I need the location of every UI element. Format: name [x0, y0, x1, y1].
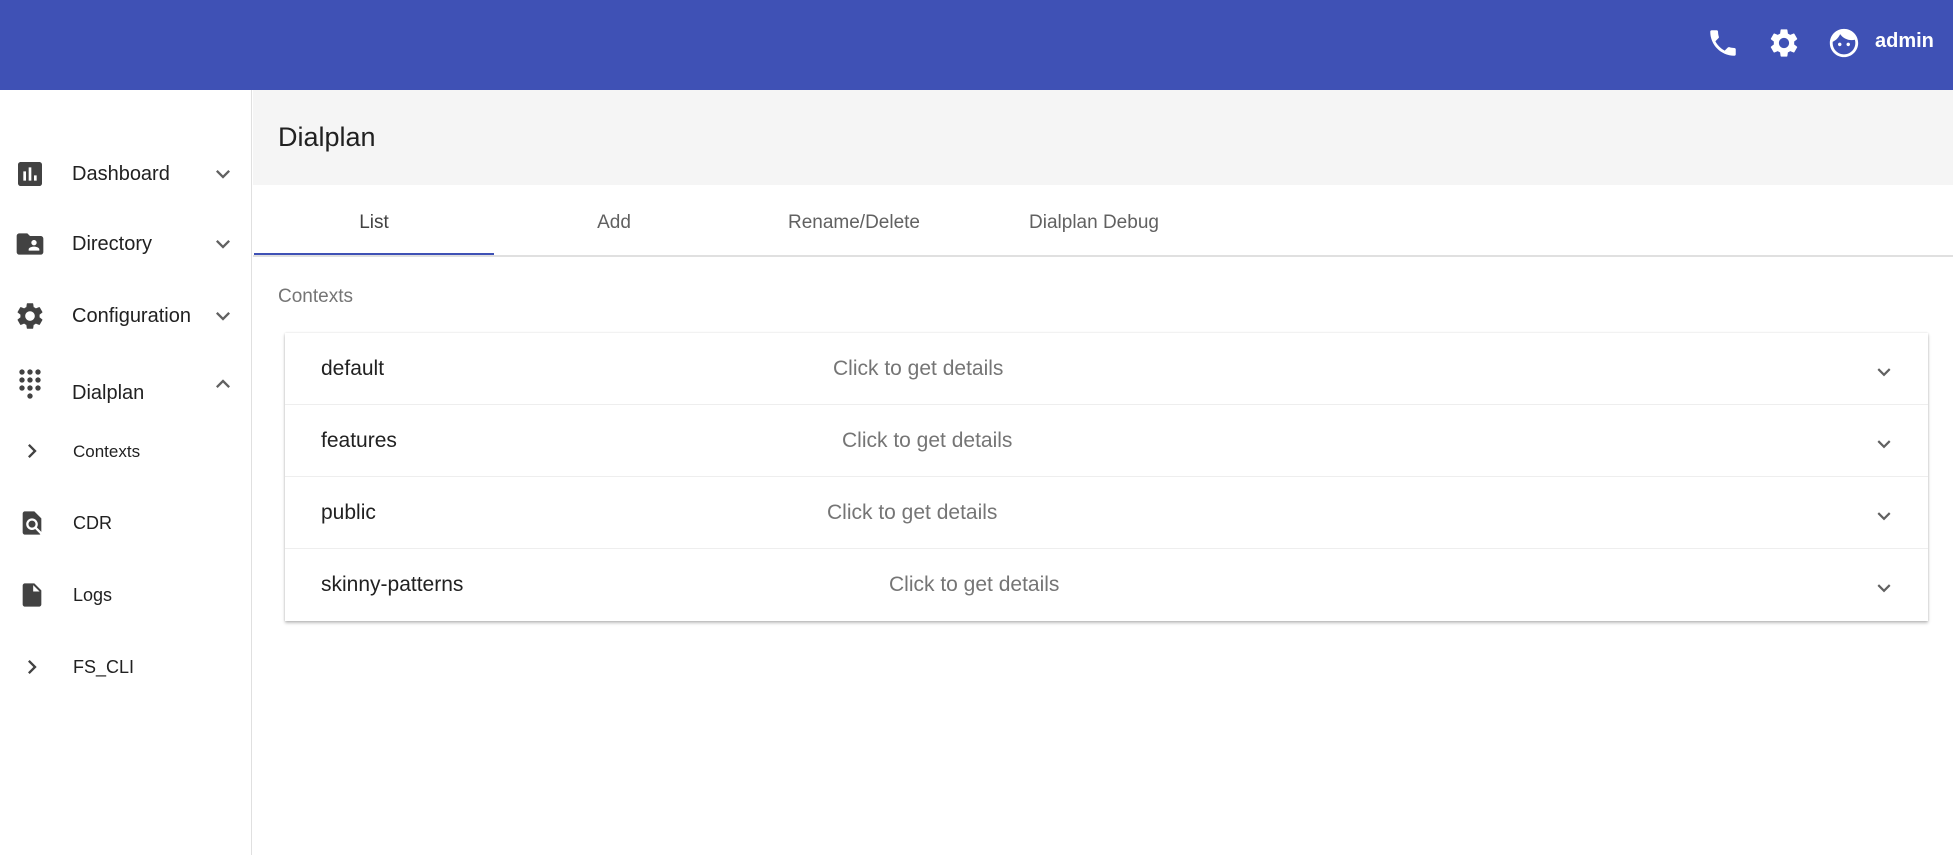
expand-icon[interactable]	[1871, 359, 1897, 385]
sidebar-item-configuration[interactable]: Configuration	[0, 286, 251, 346]
folder-user-icon	[14, 228, 46, 260]
context-name: features	[321, 429, 397, 452]
context-hint: Click to get details	[842, 429, 1013, 452]
sidebar-subitem-label: CDR	[73, 513, 112, 533]
expand-icon[interactable]	[1871, 503, 1897, 529]
sidebar: Dashboard Directory Configuration Dialpl…	[0, 90, 252, 855]
tab-list[interactable]: List	[254, 185, 494, 257]
sidebar-subitem-label: Contexts	[73, 442, 141, 461]
app-header: admin	[0, 0, 1953, 90]
section-label: Contexts	[278, 286, 353, 307]
dialpad-icon	[14, 368, 46, 400]
context-panel-public[interactable]: public Click to get details	[285, 477, 1928, 549]
sidebar-subitem-logs[interactable]: Logs	[0, 569, 251, 619]
document-search-icon	[18, 509, 46, 537]
expand-icon[interactable]	[1871, 431, 1897, 457]
sidebar-subitem-cdr[interactable]: CDR	[0, 497, 251, 547]
tab-dialplan-debug[interactable]: Dialplan Debug	[974, 185, 1214, 257]
chevron-down-icon	[209, 160, 237, 188]
expand-icon[interactable]	[1871, 575, 1897, 601]
sidebar-subitem-fs-cli[interactable]: FS_CLI	[0, 641, 251, 691]
context-panel-skinny-patterns[interactable]: skinny-patterns Click to get details	[285, 549, 1928, 621]
sidebar-item-dashboard[interactable]: Dashboard	[0, 144, 251, 204]
user-face-icon[interactable]	[1827, 26, 1861, 60]
tab-bar: List Add Rename/Delete Dialplan Debug	[253, 185, 1953, 349]
context-panel-features[interactable]: features Click to get details	[285, 405, 1928, 477]
chevron-down-icon	[209, 230, 237, 258]
context-hint: Click to get details	[827, 501, 998, 524]
tab-divider	[253, 255, 1953, 257]
sidebar-item-label: Directory	[72, 233, 153, 255]
sidebar-item-directory[interactable]: Directory	[0, 214, 251, 274]
context-panel-default[interactable]: default Click to get details	[285, 333, 1928, 405]
context-name: skinny-patterns	[321, 573, 464, 596]
page-header: Dialplan	[253, 90, 1953, 185]
chevron-right-icon	[18, 437, 46, 465]
chevron-up-icon	[209, 370, 237, 398]
context-hint: Click to get details	[889, 573, 1060, 596]
phone-icon[interactable]	[1706, 26, 1740, 60]
page-title: Dialplan	[278, 122, 376, 152]
sidebar-subitem-label: Logs	[73, 585, 113, 605]
sidebar-item-dialplan[interactable]: Dialplan	[0, 358, 251, 418]
context-hint: Click to get details	[833, 357, 1004, 380]
sidebar-item-label: Dialplan	[72, 382, 145, 404]
sidebar-item-label: Dashboard	[72, 163, 170, 185]
chevron-right-icon	[18, 653, 46, 681]
gear-icon[interactable]	[1767, 26, 1801, 60]
bar-chart-icon	[14, 158, 46, 190]
contexts-list: default Click to get details features Cl…	[285, 333, 1928, 621]
user-name[interactable]: admin	[1875, 30, 1934, 53]
tab-add[interactable]: Add	[494, 185, 734, 257]
context-name: default	[321, 357, 385, 380]
main-content: Dialplan List Add Rename/Delete Dialplan…	[253, 90, 1953, 855]
chevron-down-icon	[209, 302, 237, 330]
file-icon	[18, 581, 46, 609]
gear-icon	[14, 300, 46, 332]
sidebar-subitem-contexts[interactable]: Contexts	[0, 425, 251, 475]
context-name: public	[321, 501, 376, 524]
sidebar-subitem-label: FS_CLI	[73, 657, 135, 677]
sidebar-item-label: Configuration	[72, 305, 191, 327]
tab-rename-delete[interactable]: Rename/Delete	[734, 185, 974, 257]
